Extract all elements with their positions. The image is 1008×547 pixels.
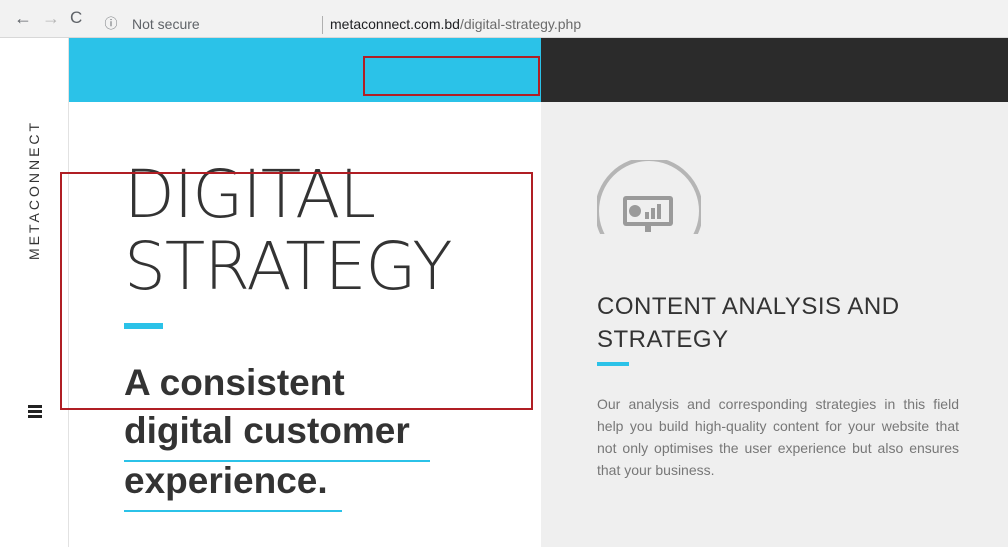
reload-icon[interactable]: C (70, 8, 82, 28)
tagline-underline (124, 510, 342, 512)
hamburger-menu-icon[interactable] (28, 405, 42, 420)
highlight-box-header (363, 56, 540, 96)
address-divider (322, 16, 323, 34)
side-navigation: METACONNECT (0, 38, 69, 547)
feature-accent-bar (597, 362, 629, 366)
header-bar-dark (541, 38, 1008, 102)
tagline-underline (124, 460, 430, 462)
feature-description: Our analysis and corresponding strategie… (597, 396, 959, 478)
address-bar[interactable]: ⓘ Not secure metaconnect.com.bd/digital-… (102, 15, 1008, 39)
browser-toolbar: ← → C ⓘ Not secure metaconnect.com.bd/di… (0, 0, 1008, 38)
forward-arrow-icon[interactable]: → (42, 8, 60, 28)
presentation-chart-icon (597, 160, 701, 234)
security-status[interactable]: Not secure (132, 16, 200, 32)
url-text[interactable]: metaconnect.com.bd/digital-strategy.php (330, 16, 581, 32)
url-path: /digital-strategy.php (459, 16, 582, 32)
brand-logo-text[interactable]: METACONNECT (26, 120, 42, 260)
tagline-line-3: experience. (124, 460, 328, 501)
url-host: metaconnect.com.bd (330, 16, 460, 32)
back-arrow-icon[interactable]: ← (14, 8, 32, 28)
feature-title-line-1: CONTENT ANALYSIS AND (597, 293, 900, 320)
highlight-box-title (60, 172, 533, 410)
feature-title-line-2: STRATEGY (597, 326, 729, 353)
tagline-line-2: digital customer (124, 410, 410, 451)
info-icon[interactable]: ⓘ (102, 15, 120, 33)
